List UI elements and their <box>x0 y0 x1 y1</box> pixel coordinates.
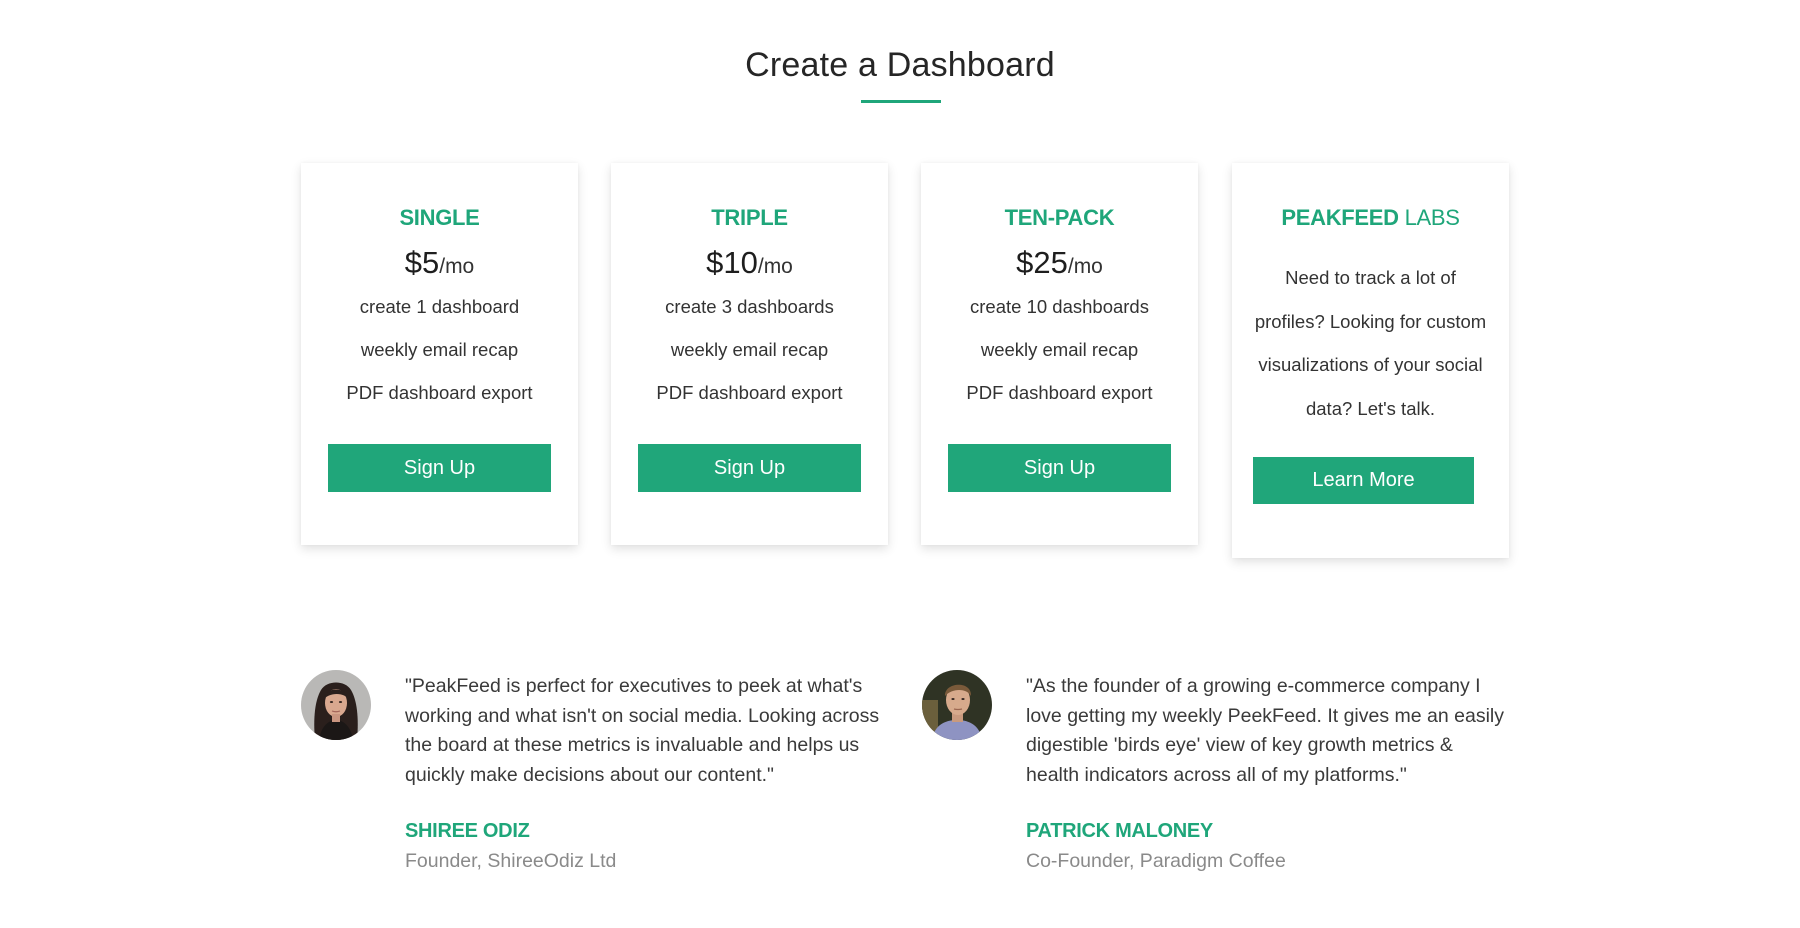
feature-item: create 10 dashboards <box>970 296 1149 317</box>
labs-title-light: LABS <box>1404 205 1460 230</box>
feature-item: weekly email recap <box>980 339 1139 360</box>
plan-name: TEN-PACK <box>1004 205 1115 230</box>
price-amount: $10 <box>706 245 758 280</box>
labs-title: PEAKFEED LABS <box>1232 205 1509 231</box>
plan-card-triple: TRIPLE $10/mo create 3 dashboards weekly… <box>611 163 888 545</box>
feature-item: create 1 dashboard <box>359 296 520 317</box>
labs-description: Need to track a lot of profiles? Looking… <box>1254 267 1487 419</box>
feature-item: PDF dashboard export <box>656 382 843 403</box>
plan-price: $5/mo <box>301 245 578 281</box>
plan-price: $10/mo <box>611 245 888 281</box>
testimonial-name: PATRICK MALONEY <box>1026 820 1213 842</box>
avatar-image <box>301 670 371 740</box>
testimonial-shiree-odiz: "PeakFeed is perfect for executives to p… <box>301 670 879 890</box>
feature-item: weekly email recap <box>360 339 519 360</box>
plan-price: $25/mo <box>921 245 1198 281</box>
avatar-image <box>922 670 992 740</box>
testimonial-patrick-maloney: "As the founder of a growing e-commerce … <box>922 670 1504 890</box>
feature-list: create 3 dashboards weekly email recap P… <box>611 296 888 425</box>
feature-list: create 10 dashboards weekly email recap … <box>921 296 1198 425</box>
price-period: /mo <box>439 255 475 278</box>
sign-up-button-ten-pack[interactable]: Sign Up <box>948 444 1171 492</box>
testimonial-name: SHIREE ODIZ <box>405 820 530 842</box>
testimonial-quote: "PeakFeed is perfect for executives to p… <box>405 675 880 786</box>
learn-more-button[interactable]: Learn More <box>1253 457 1474 504</box>
feature-item: weekly email recap <box>670 339 829 360</box>
title-underline <box>861 100 941 103</box>
testimonial-role: Founder, ShireeOdiz Ltd <box>405 850 617 872</box>
sign-up-button-single[interactable]: Sign Up <box>328 444 551 492</box>
testimonial-role: Co-Founder, Paradigm Coffee <box>1026 850 1286 872</box>
plan-name: TRIPLE <box>711 205 788 230</box>
labs-title-bold: PEAKFEED <box>1281 205 1399 230</box>
sign-up-button-triple[interactable]: Sign Up <box>638 444 861 492</box>
price-amount: $25 <box>1016 245 1068 280</box>
feature-list: create 1 dashboard weekly email recap PD… <box>301 296 578 425</box>
price-amount: $5 <box>404 245 440 280</box>
feature-item: create 3 dashboards <box>665 296 834 317</box>
man-portrait-avatar <box>922 670 992 740</box>
plan-name: SINGLE <box>399 205 480 230</box>
woman-portrait-avatar <box>301 670 371 740</box>
plan-card-single: SINGLE $5/mo create 1 dashboard weekly e… <box>301 163 578 545</box>
feature-item: PDF dashboard export <box>346 382 533 403</box>
page-title: Create a Dashboard <box>745 46 1055 84</box>
plan-card-peakfeed-labs: PEAKFEED LABS Need to track a lot of pro… <box>1232 163 1509 558</box>
price-period: /mo <box>1067 255 1103 278</box>
price-period: /mo <box>757 255 793 278</box>
testimonial-quote: "As the founder of a growing e-commerce … <box>1026 675 1504 786</box>
feature-item: PDF dashboard export <box>966 382 1153 403</box>
plan-card-ten-pack: TEN-PACK $25/mo create 10 dashboards wee… <box>921 163 1198 545</box>
